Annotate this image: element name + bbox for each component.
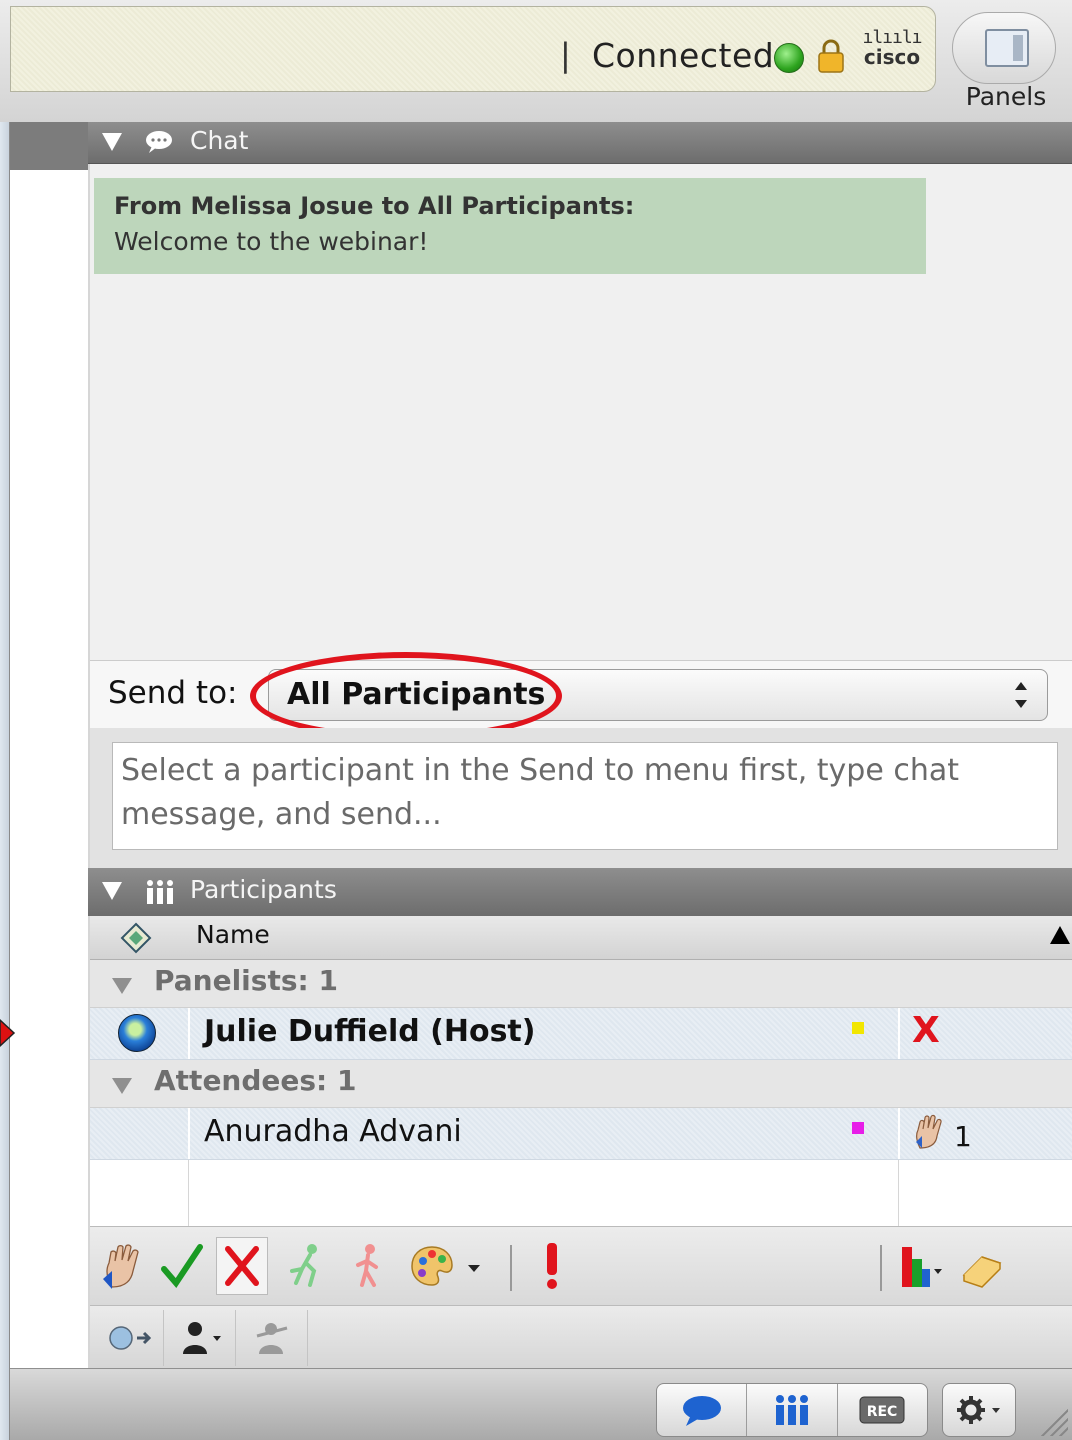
go-faster-icon[interactable] <box>280 1237 332 1295</box>
cisco-logo-word: cisco <box>863 45 921 69</box>
participants-icon <box>775 1395 808 1425</box>
left-pane-header <box>10 122 88 170</box>
x-icon: X <box>912 1010 940 1051</box>
exclamation-icon[interactable] <box>526 1237 578 1295</box>
participant-actions-toolbar <box>90 1306 1072 1368</box>
bottom-bar: REC <box>10 1368 1072 1440</box>
sort-ascending-icon[interactable] <box>1050 926 1070 944</box>
participants-panel-header[interactable]: Participants <box>88 868 1072 916</box>
svg-text:REC: REC <box>867 1404 898 1420</box>
top-status-bar: | Connected ılıılı cisco Panels <box>0 0 1072 122</box>
chat-input-container <box>90 728 1072 868</box>
panels-button[interactable]: Panels <box>946 8 1060 120</box>
group-label: Panelists: 1 <box>154 964 338 997</box>
cisco-logo-bars: ılıılı <box>862 27 922 48</box>
window-edge <box>0 0 10 1440</box>
panels-icon <box>952 12 1056 84</box>
chat-message-sender: From Melissa Josue to All Participants: <box>114 192 635 220</box>
resize-grip-icon[interactable] <box>1038 1406 1068 1436</box>
participants-panel-toggle-button[interactable] <box>747 1384 838 1436</box>
annotation-color-swatch <box>852 1022 864 1034</box>
person-menu-icon[interactable] <box>166 1310 236 1366</box>
gear-icon <box>957 1396 1000 1424</box>
chat-message-text: Welcome to the webinar! <box>114 227 429 256</box>
globe-icon <box>118 1014 156 1052</box>
highlight-annotation-oval <box>250 652 562 740</box>
participant-name: Julie Duffield (Host) <box>204 1014 536 1049</box>
toolbar-separator <box>880 1245 882 1291</box>
raise-hand-icon[interactable] <box>96 1237 148 1295</box>
globe-arrow-icon[interactable] <box>94 1310 164 1366</box>
chat-message: From Melissa Josue to All Participants: … <box>94 178 926 274</box>
chat-panel-header[interactable]: Chat <box>88 122 1072 164</box>
palette-icon[interactable] <box>406 1237 458 1295</box>
name-column-header[interactable]: Name <box>196 920 270 949</box>
send-to-label: Send to: <box>108 675 238 711</box>
participant-row-host[interactable]: Julie Duffield (Host) X <box>90 1008 1072 1060</box>
settings-menu-button[interactable] <box>942 1383 1016 1437</box>
participants-empty-area <box>90 1160 1072 1226</box>
collapse-triangle-icon[interactable] <box>102 133 122 151</box>
group-collapse-icon[interactable] <box>112 1078 132 1094</box>
left-pane <box>10 170 88 1370</box>
x-icon[interactable] <box>216 1237 268 1295</box>
role-diamond-icon <box>120 922 152 954</box>
annotation-color-swatch <box>852 1122 864 1134</box>
participants-icon <box>144 878 176 906</box>
participant-feedback-toolbar <box>90 1226 1072 1306</box>
check-icon[interactable] <box>156 1237 208 1295</box>
raised-hand-icon <box>912 1114 946 1150</box>
eraser-icon[interactable] <box>956 1237 1008 1295</box>
participant-group-attendees[interactable]: Attendees: 1 <box>90 1060 1072 1108</box>
panel-toggle-group: REC <box>656 1383 928 1437</box>
participant-row-attendee[interactable]: Anuradha Advani 1 <box>90 1108 1072 1160</box>
group-label: Attendees: 1 <box>154 1064 357 1097</box>
chat-panel-toggle-button[interactable] <box>657 1384 748 1436</box>
cisco-logo: ılıılı cisco <box>858 27 926 78</box>
dropdown-icon[interactable] <box>460 1237 488 1295</box>
participant-group-panelists[interactable]: Panelists: 1 <box>90 960 1072 1008</box>
pass-presenter-icon[interactable] <box>238 1310 308 1366</box>
rec-icon: REC <box>859 1396 905 1424</box>
participants-panel-title: Participants <box>190 875 337 904</box>
go-slower-icon[interactable] <box>340 1237 392 1295</box>
status-separator: | <box>560 36 571 74</box>
participant-name: Anuradha Advani <box>204 1114 462 1149</box>
raised-hand-count: 1 <box>954 1120 972 1153</box>
connection-status-dot-icon <box>774 43 804 73</box>
lock-icon <box>816 38 846 74</box>
toolbar-separator <box>510 1245 512 1291</box>
send-to-row: Send to: All Participants <box>90 660 1072 728</box>
chat-panel-title: Chat <box>190 126 249 155</box>
select-stepper-icon <box>1009 676 1033 714</box>
chat-message-area: From Melissa Josue to All Participants: … <box>90 164 1072 660</box>
collapse-triangle-icon[interactable] <box>102 882 122 900</box>
chat-message-input[interactable] <box>112 742 1058 850</box>
chat-bubble-icon <box>682 1396 721 1426</box>
participants-column-header[interactable]: Name <box>90 916 1072 960</box>
pointer-arrow-icon <box>0 1018 16 1048</box>
chart-icon[interactable] <box>896 1237 948 1295</box>
record-button[interactable]: REC <box>838 1384 927 1436</box>
panels-label: Panels <box>965 82 1047 111</box>
connection-status-text: Connected <box>592 36 775 75</box>
group-collapse-icon[interactable] <box>112 978 132 994</box>
chat-bubble-icon <box>144 130 174 154</box>
